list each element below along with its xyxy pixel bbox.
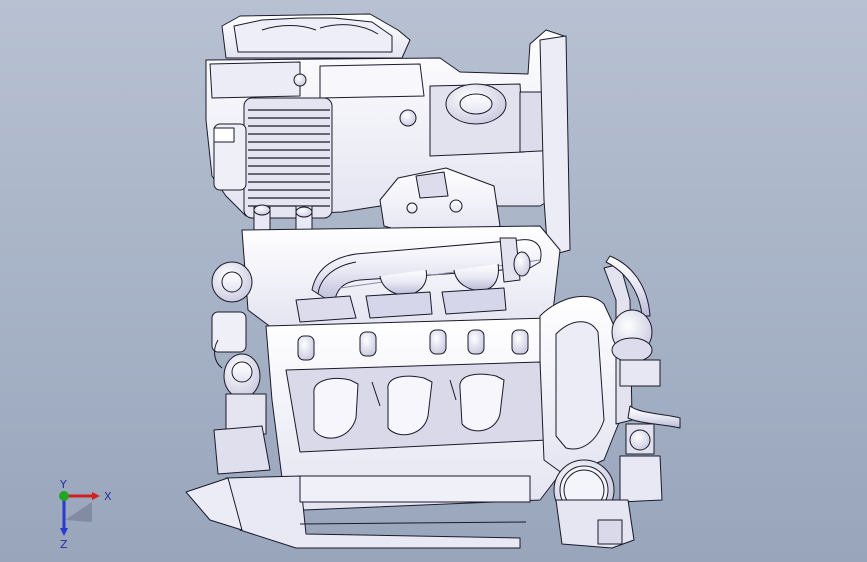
x-axis-label: X xyxy=(104,490,112,503)
x-arrow-icon xyxy=(92,492,100,500)
z-arrow-icon xyxy=(60,528,68,536)
y-axis-dot xyxy=(59,491,69,501)
axis-triad: X Y Z xyxy=(59,480,112,550)
graphics-viewport[interactable]: X Y Z xyxy=(0,0,867,562)
engine-3d-model[interactable] xyxy=(0,0,867,562)
z-axis-label: Z xyxy=(60,538,68,550)
y-axis-label: Y xyxy=(59,480,67,491)
